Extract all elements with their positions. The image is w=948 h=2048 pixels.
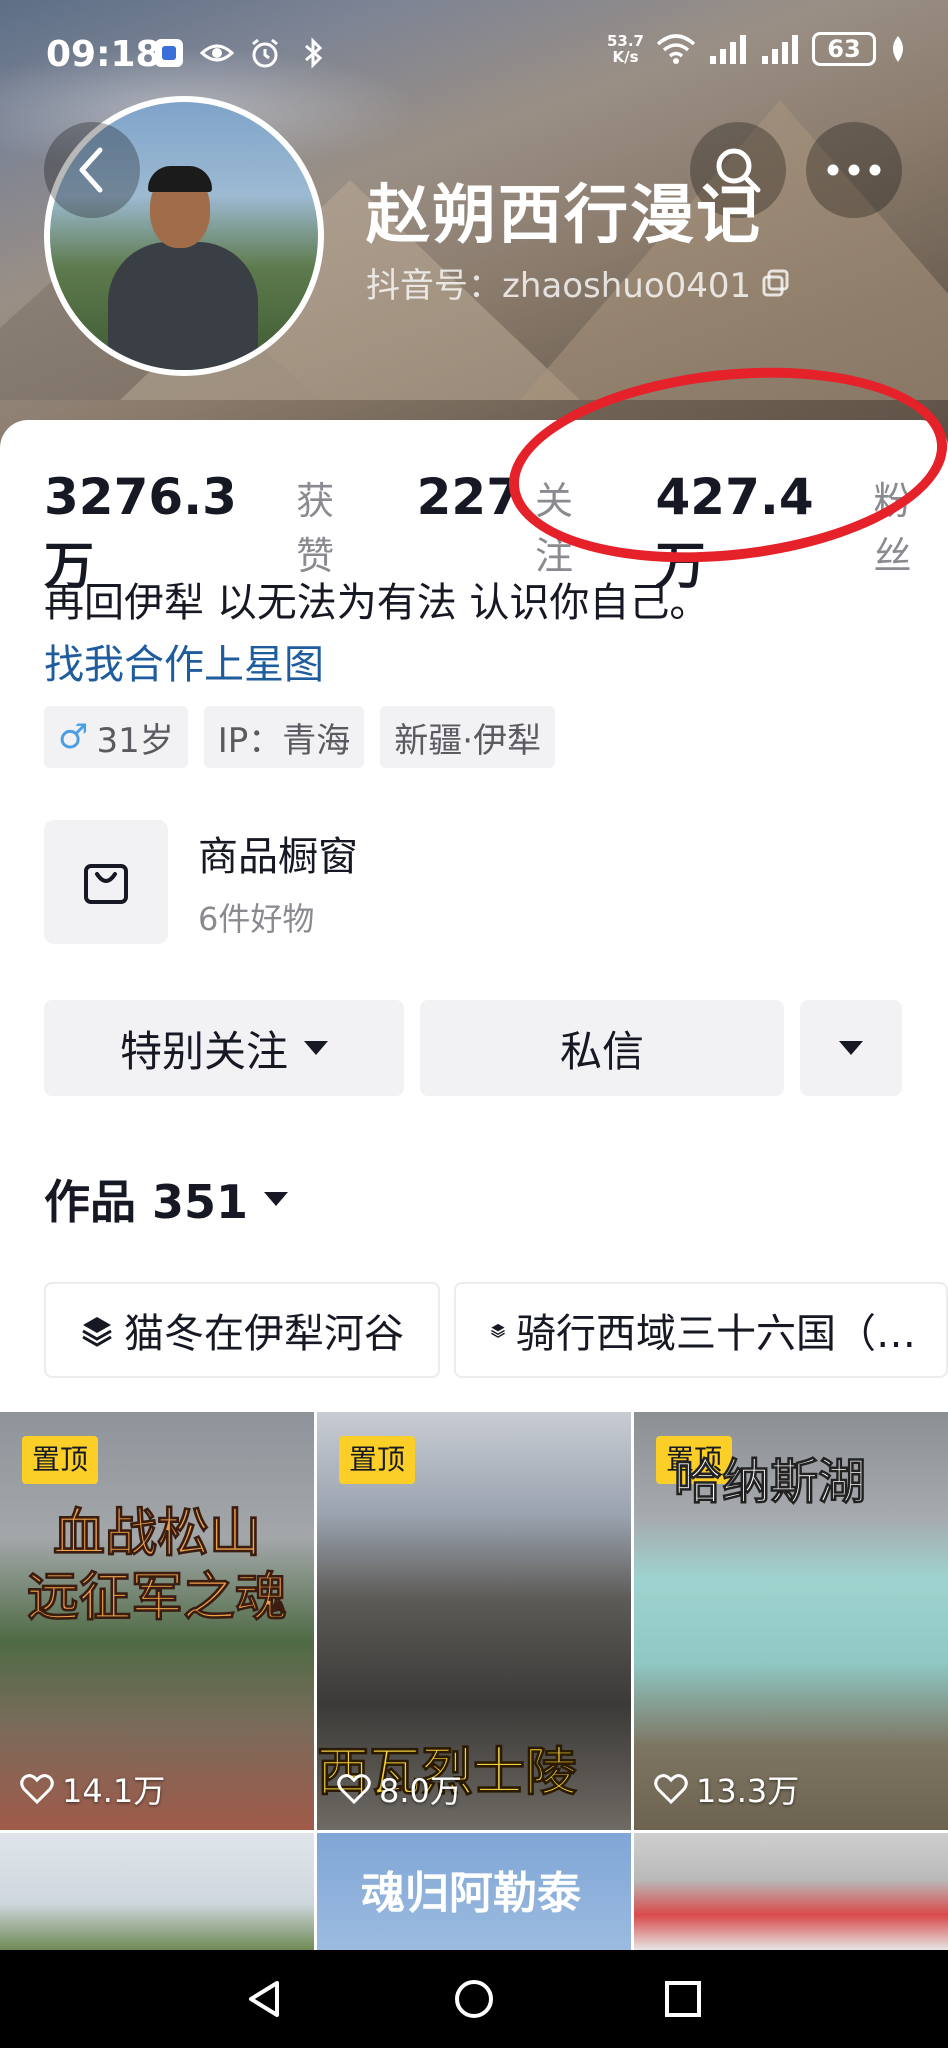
video-likes: 8.0万	[337, 1766, 462, 1812]
likes-text: 14.1万	[62, 1772, 166, 1810]
following-label[interactable]: 关注	[535, 470, 610, 580]
shop-subtitle: 6件好物	[198, 900, 315, 938]
video-tile[interactable]: 置顶 血战松山 远征军之魂 14.1万	[0, 1412, 314, 1830]
video-tile[interactable]: 魂归阿勒泰	[317, 1833, 631, 1950]
layers-icon	[82, 1317, 112, 1347]
video-title-overlay: 魂归阿勒泰	[361, 1868, 581, 1919]
profile-name: 赵朔西行漫记	[366, 179, 762, 253]
cooperation-link[interactable]: 找我合作上星图	[44, 632, 324, 690]
status-system-icons: 53.7 K/s 63	[607, 32, 908, 66]
bio-text: 再回伊犁 以无法为有法 认识你自己。	[44, 580, 710, 626]
network-speed-unit: K/s	[612, 48, 639, 66]
pinned-badge: 置顶	[22, 1436, 99, 1484]
shopping-bag-icon	[44, 820, 168, 944]
works-header[interactable]: 作品 351	[44, 1166, 289, 1232]
more-dots-icon	[827, 164, 881, 176]
bluetooth-icon	[305, 37, 323, 69]
video-tile[interactable]	[634, 1833, 948, 1950]
video-tile[interactable]: 置顶 西瓦烈士陵 8.0万	[317, 1412, 631, 1830]
signal-icon	[710, 35, 746, 64]
back-button[interactable]	[44, 122, 140, 218]
age-tag: ♂ 31岁	[44, 706, 188, 768]
alarm-icon	[252, 38, 278, 68]
followers-label[interactable]: 粉丝	[874, 470, 948, 580]
video-likes: 13.3万	[654, 1766, 799, 1812]
likes-label: 获赞	[296, 479, 335, 578]
square-recents-icon	[665, 1981, 702, 2017]
shop-window[interactable]: 商品橱窗 6件好物	[44, 820, 358, 944]
battery-indicator: 63	[812, 32, 876, 66]
signal-icon-2	[762, 35, 798, 64]
video-tile[interactable]: 置顶 哈纳斯湖 13.3万	[634, 1412, 948, 1830]
special-follow-button[interactable]: 特别关注	[44, 1000, 404, 1096]
collection-chip[interactable]: 猫冬在伊犁河谷	[44, 1282, 440, 1378]
likes-text: 13.3万	[696, 1772, 800, 1810]
message-button[interactable]: 私信	[420, 1000, 784, 1096]
collections-row: 猫冬在伊犁河谷 骑行西域三十六国（…	[44, 1282, 948, 1378]
caret-down-icon	[839, 1041, 863, 1055]
caret-down-icon	[264, 1192, 289, 1206]
caret-down-icon	[304, 1041, 328, 1055]
nav-recents-button[interactable]	[653, 1969, 713, 2029]
status-notification-icons	[152, 36, 330, 70]
video-likes: 14.1万	[20, 1766, 165, 1812]
special-follow-label: 特别关注	[119, 1026, 288, 1076]
nav-back-button[interactable]	[235, 1969, 295, 2029]
male-icon: ♂	[58, 717, 89, 757]
system-navigation-bar	[0, 1950, 948, 2048]
douyin-id-text: 抖音号：zhaoshuo0401	[366, 266, 752, 306]
video-tile[interactable]	[0, 1833, 314, 1950]
nav-home-button[interactable]	[444, 1969, 504, 2029]
age-text: 31岁	[96, 720, 174, 761]
layers-icon	[491, 1323, 505, 1338]
more-options-button[interactable]	[806, 122, 902, 218]
circle-home-icon	[454, 1980, 493, 2018]
works-label: 作品 351	[44, 1175, 249, 1229]
eye-icon	[200, 44, 234, 62]
network-speed: 53.7 K/s	[607, 33, 644, 65]
triangle-back-icon	[248, 1981, 279, 2017]
leaf-icon	[893, 36, 903, 62]
video-thumbnail	[0, 1833, 314, 1950]
video-title-overlay: 血战松山 远征军之魂	[26, 1504, 287, 1629]
chevron-left-icon	[79, 147, 103, 193]
network-speed-value: 53.7	[606, 32, 644, 50]
expand-button[interactable]	[800, 1000, 902, 1096]
shop-title: 商品橱窗	[198, 834, 358, 880]
video-thumbnail	[634, 1833, 948, 1950]
heart-icon	[20, 1774, 54, 1805]
collection-label: 猫冬在伊犁河谷	[124, 1311, 404, 1357]
heart-icon	[337, 1774, 371, 1805]
status-bar: 09:18 53.7 K/s 63	[0, 0, 948, 110]
likes-text: 8.0万	[379, 1772, 462, 1810]
profile-tags: ♂ 31岁 IP：青海 新疆·伊犁	[44, 706, 556, 768]
app-notification-icon	[155, 39, 183, 67]
location-tag: 新疆·伊犁	[380, 706, 556, 768]
action-buttons: 特别关注 私信	[44, 1000, 902, 1096]
status-time: 09:18	[46, 34, 161, 75]
video-title-overlay: 哈纳斯湖	[673, 1454, 867, 1511]
pinned-badge: 置顶	[339, 1436, 416, 1484]
wifi-icon	[656, 34, 696, 64]
douyin-id[interactable]: 抖音号：zhaoshuo0401	[366, 258, 791, 307]
following-count[interactable]: 227	[417, 468, 521, 526]
heart-icon	[654, 1774, 688, 1805]
ip-tag: IP：青海	[203, 706, 365, 768]
collection-label: 骑行西域三十六国（…	[516, 1311, 916, 1357]
copy-icon[interactable]	[761, 268, 791, 298]
collection-chip[interactable]: 骑行西域三十六国（…	[454, 1282, 948, 1378]
